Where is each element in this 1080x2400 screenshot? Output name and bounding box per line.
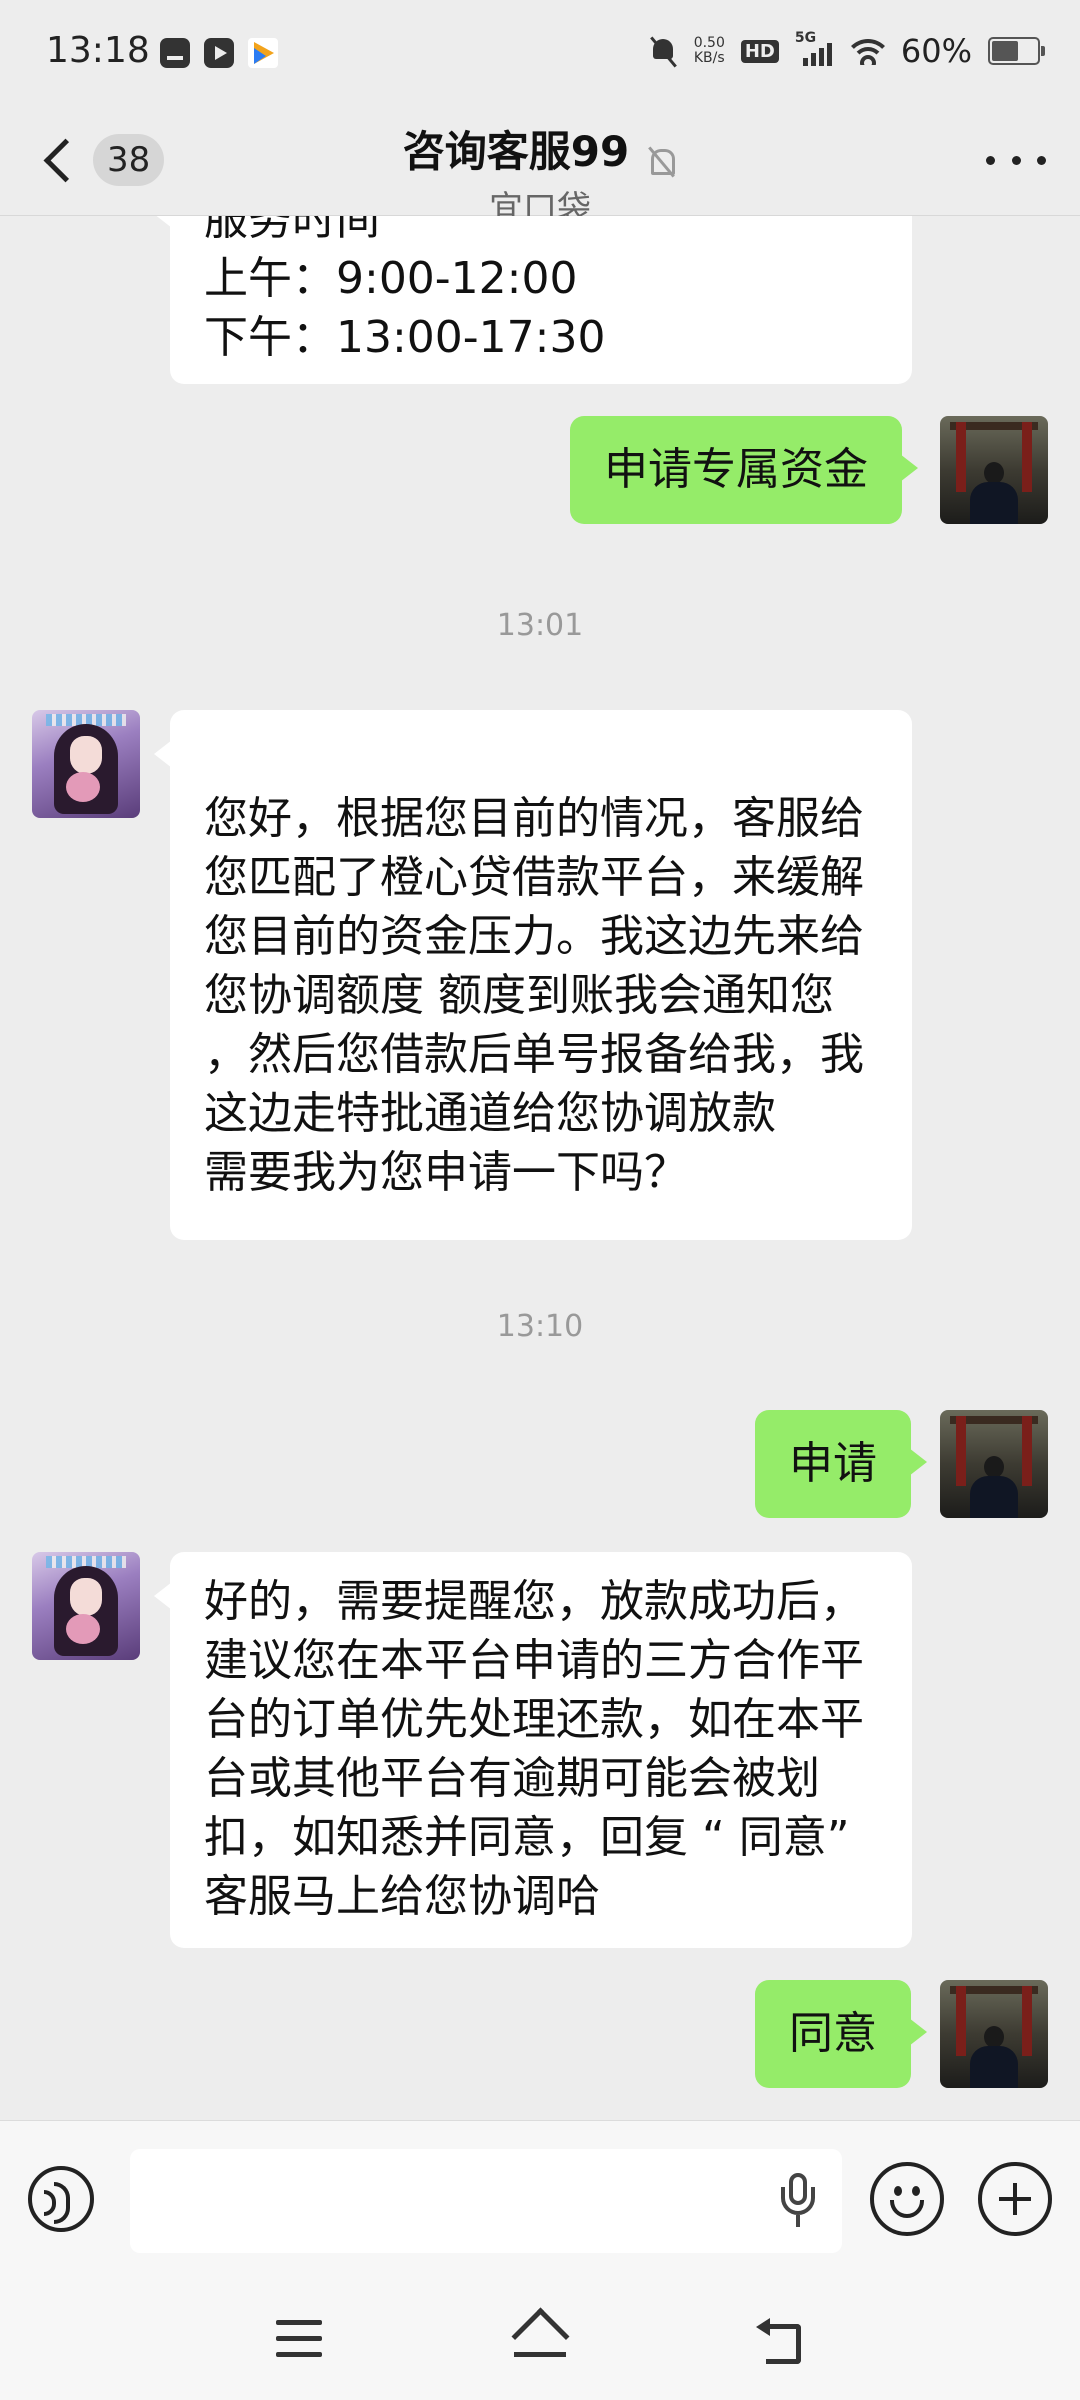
- system-back-button[interactable]: [756, 2316, 804, 2364]
- outgoing-message[interactable]: 同意: [755, 1980, 927, 2088]
- status-bar: 13:18 0.50 KB/s HD 5G 60%: [0, 0, 1080, 110]
- message-timestamp: 13:10: [496, 1309, 584, 1344]
- hd-badge: HD: [740, 39, 779, 63]
- input-bar: [0, 2120, 1080, 2281]
- user-avatar[interactable]: [940, 416, 1048, 524]
- chat-header: 38 咨询客服99 宜口袋: [0, 110, 1080, 229]
- incoming-message[interactable]: 服务时间 上午：9:00-12:00 下午：13:00-17:30: [154, 216, 912, 384]
- more-options-button[interactable]: [986, 140, 1046, 180]
- user-avatar[interactable]: [940, 1410, 1048, 1518]
- net-speed: 0.50 KB/s: [694, 36, 725, 66]
- user-avatar[interactable]: [940, 1980, 1048, 2088]
- battery-icon: [988, 37, 1045, 65]
- outgoing-message[interactable]: 申请专属资金: [570, 416, 918, 524]
- more-actions-button[interactable]: [978, 2162, 1052, 2236]
- voice-mode-button[interactable]: [28, 2166, 94, 2232]
- home-button[interactable]: [511, 2307, 570, 2366]
- incoming-message[interactable]: 您好，根据您目前的情况，客服给您匹配了橙心贷借款平台，来缓解您目前的资金压力。我…: [154, 710, 912, 1240]
- message-timestamp: 13:01: [496, 608, 584, 643]
- incoming-message[interactable]: 好的，需要提醒您，放款成功后，建议您在本平台申请的三方合作平台的订单优先处理还款…: [154, 1552, 912, 1948]
- video-icon: [204, 38, 234, 68]
- microphone-icon[interactable]: [778, 2173, 818, 2229]
- message-icon: [160, 38, 190, 68]
- system-navigation-bar: [0, 2280, 1080, 2400]
- agent-avatar[interactable]: [32, 1552, 140, 1660]
- more-dot: [1037, 155, 1046, 165]
- recent-apps-button[interactable]: [276, 2320, 322, 2358]
- agent-avatar[interactable]: [32, 710, 140, 818]
- notification-icons: [160, 38, 278, 68]
- status-time: 13:18: [46, 30, 150, 71]
- net-speed-value: 0.50: [693, 35, 725, 51]
- bell-off-icon: [645, 145, 677, 179]
- outgoing-message[interactable]: 申请: [755, 1410, 927, 1518]
- signal-icon: 5G: [795, 30, 835, 68]
- emoji-button[interactable]: [870, 2162, 944, 2236]
- app-icon: [248, 38, 278, 68]
- chat-title-area: 咨询客服99 宜口袋: [0, 118, 1080, 230]
- wifi-icon: [850, 37, 885, 65]
- message-list[interactable]: 服务时间 上午：9:00-12:00 下午：13:00-17:30 申请专属资金…: [0, 216, 1080, 2119]
- system-indicators: 0.50 KB/s HD 5G 60%: [648, 30, 1045, 70]
- message-input[interactable]: [130, 2149, 842, 2253]
- battery-percentage: 60%: [900, 32, 972, 70]
- more-dot: [1011, 155, 1021, 165]
- network-type-label: 5G: [794, 30, 817, 46]
- battery-fill: [992, 41, 1018, 61]
- more-dot: [986, 155, 995, 165]
- mute-icon: [648, 35, 678, 67]
- chat-title: 咨询客服99: [402, 127, 630, 176]
- net-speed-unit: KB/s: [693, 50, 725, 66]
